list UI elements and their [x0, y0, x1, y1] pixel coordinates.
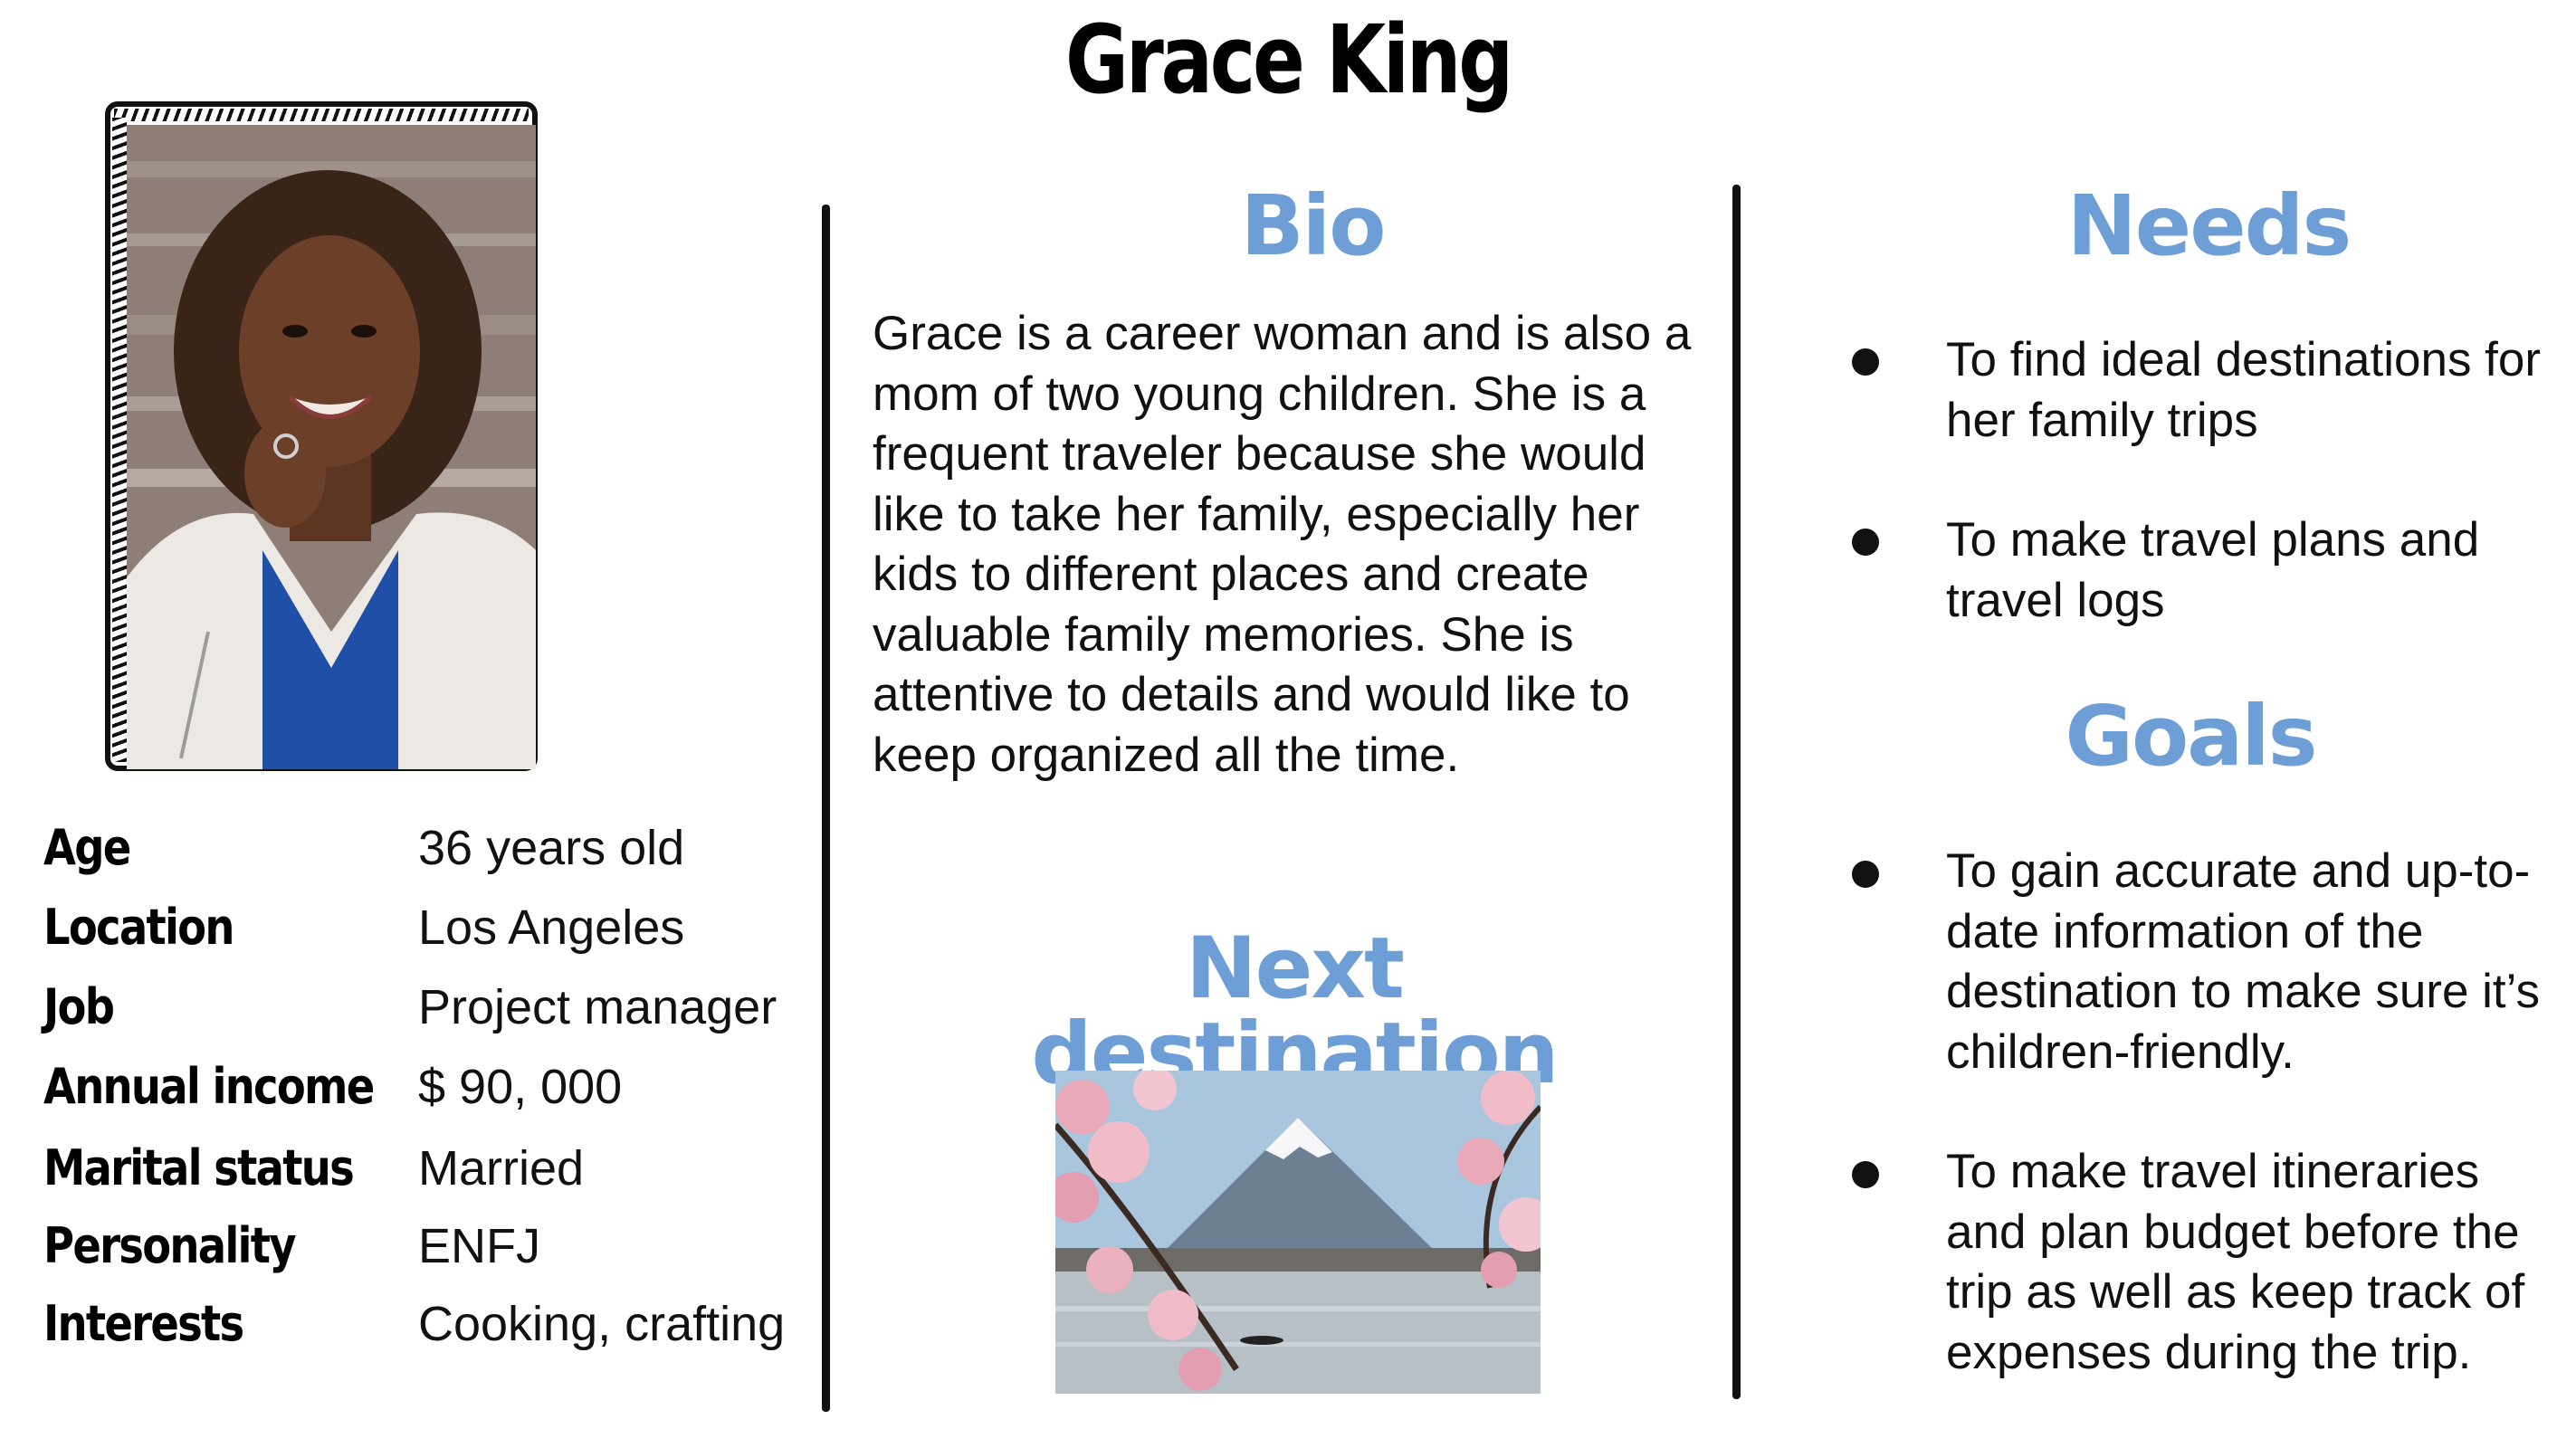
attr-value-age: 36 years old: [418, 821, 685, 875]
bio-heading: Bio: [1240, 177, 1387, 274]
needs-heading: Needs: [2066, 177, 2352, 274]
column-divider-right: [1732, 185, 1741, 1399]
needs-item-1: To find ideal destinations for her famil…: [1946, 333, 2542, 447]
goals-heading: Goals: [2065, 688, 2317, 785]
attr-value-location: Los Angeles: [418, 900, 685, 955]
destination-photo-illustration: [1055, 1071, 1541, 1394]
attr-label-personality: Personality: [43, 1217, 296, 1274]
goals-item-1: To gain accurate and up-to-date informat…: [1946, 844, 2540, 1079]
attr-value-annual-income: $ 90, 000: [418, 1060, 623, 1114]
attr-label-interests: Interests: [43, 1295, 244, 1352]
goals-item-2: To make travel itineraries and plan budg…: [1946, 1145, 2525, 1379]
column-divider-left: [822, 205, 830, 1412]
attr-label-marital-status: Marital status: [43, 1139, 355, 1196]
persona-photo-illustration: [127, 125, 536, 769]
persona-name: Grace King: [1065, 5, 1513, 115]
frame-hatching-top: [114, 109, 529, 121]
frame-hatching-left: [112, 118, 127, 762]
attr-label-location: Location: [43, 899, 234, 956]
attr-label-age: Age: [43, 819, 131, 876]
goals-bullet-1: [1852, 861, 1879, 888]
attr-value-interests: Cooking, crafting: [418, 1297, 786, 1351]
attr-value-job: Project manager: [418, 980, 778, 1034]
attr-value-personality: ENFJ: [418, 1219, 540, 1273]
attr-label-job: Job: [43, 978, 115, 1035]
persona-photo: [127, 125, 536, 769]
destination-photo: [1055, 1071, 1541, 1394]
needs-bullet-2: [1852, 529, 1879, 556]
needs-item-2: To make travel plans and travel logs: [1946, 513, 2480, 627]
attr-label-annual-income: Annual income: [43, 1058, 375, 1115]
needs-bullet-1: [1852, 348, 1879, 376]
attr-value-marital-status: Married: [418, 1141, 585, 1196]
bio-text: Grace is a career woman and is also a mo…: [873, 307, 1692, 782]
goals-bullet-2: [1852, 1161, 1879, 1188]
